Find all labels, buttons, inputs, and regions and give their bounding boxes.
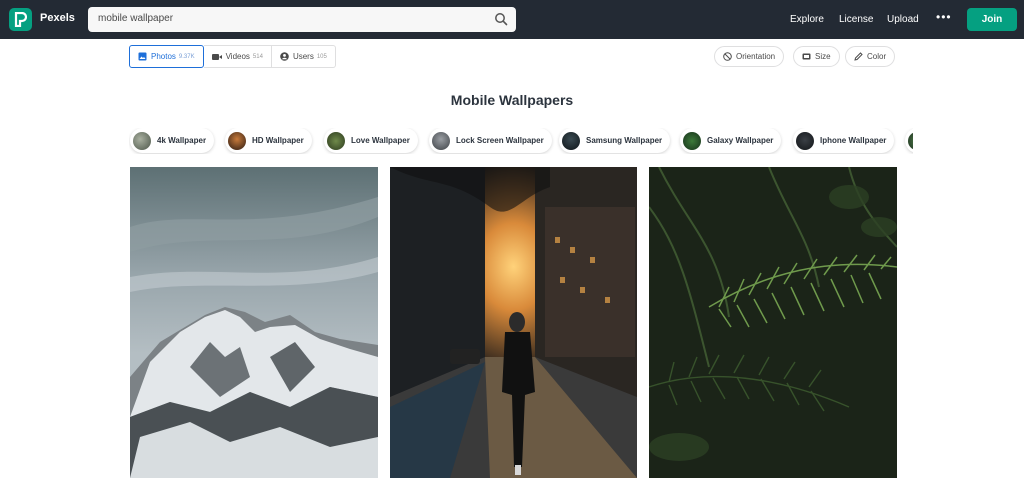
chip-label: Samsung Wallpaper <box>586 136 663 145</box>
chip-love-wallpaper[interactable]: Love Wallpaper <box>324 128 418 153</box>
snowy-mountain-image <box>130 167 378 478</box>
chip-thumbnail <box>562 131 580 150</box>
search-input[interactable]: mobile wallpaper <box>88 7 516 32</box>
orientation-filter-label: Orientation <box>736 52 776 61</box>
tab-photos-label: Photos <box>151 52 176 61</box>
nav-upload-link[interactable]: Upload <box>887 14 919 25</box>
brand-name[interactable]: Pexels <box>40 12 75 24</box>
chip-thumbnail <box>133 131 151 150</box>
tab-users-label: Users <box>292 52 314 61</box>
size-icon <box>802 52 811 61</box>
tab-videos-count: 514 <box>252 53 263 60</box>
more-menu-icon[interactable]: ••• <box>936 10 952 24</box>
size-filter-button[interactable]: Size <box>793 46 840 67</box>
chip-label: 4k Wallpaper <box>157 136 207 145</box>
pencil-icon <box>854 52 863 61</box>
tab-photos[interactable]: Photos 9.37K <box>129 45 204 68</box>
tab-videos[interactable]: Videos 514 <box>203 45 272 68</box>
size-filter-label: Size <box>815 52 831 61</box>
search-icon[interactable] <box>494 12 508 26</box>
color-filter-button[interactable]: Color <box>845 46 896 67</box>
chip-thumbnail <box>908 131 913 150</box>
page-title: Mobile Wallpapers <box>450 92 574 108</box>
chip-thumbnail <box>683 131 701 150</box>
chip-label: Iphone Wallpaper <box>820 136 887 145</box>
chip-label: Galaxy Wallpaper <box>707 136 774 145</box>
chip-thumbnail <box>796 131 814 150</box>
pexels-logo-icon[interactable] <box>9 8 32 31</box>
tab-photos-count: 9.37K <box>178 53 195 60</box>
join-button[interactable]: Join <box>967 8 1017 31</box>
photo-card-city-street[interactable] <box>390 167 637 478</box>
photo-icon <box>138 52 147 61</box>
top-navigation-bar: Pexels mobile wallpaper Explore License … <box>0 0 1024 39</box>
chip-more-partial[interactable] <box>905 128 913 153</box>
chip-galaxy-wallpaper[interactable]: Galaxy Wallpaper <box>680 128 782 153</box>
nav-license-link[interactable]: License <box>839 14 873 25</box>
chip-thumbnail <box>228 131 246 150</box>
chip-lock-screen-wallpaper[interactable]: Lock Screen Wallpaper <box>429 128 552 153</box>
city-street-image <box>390 167 637 478</box>
chip-hd-wallpaper[interactable]: HD Wallpaper <box>225 128 312 153</box>
orientation-filter-button[interactable]: Orientation <box>714 46 785 67</box>
search-query-text: mobile wallpaper <box>98 13 174 24</box>
media-type-tabs: Photos 9.37K Videos 514 Users 105 <box>129 45 336 68</box>
user-icon <box>280 52 289 61</box>
color-filter-label: Color <box>867 52 887 61</box>
orientation-icon <box>723 52 732 61</box>
chip-iphone-wallpaper[interactable]: Iphone Wallpaper <box>793 128 895 153</box>
chip-thumbnail <box>432 131 450 150</box>
chip-thumbnail <box>327 131 345 150</box>
nav-explore-link[interactable]: Explore <box>790 14 824 25</box>
fern-leaves-image <box>649 167 897 478</box>
tab-videos-label: Videos <box>225 52 250 61</box>
photo-card-fern-leaves[interactable] <box>649 167 897 478</box>
tab-users-count: 105 <box>316 53 327 60</box>
tab-users[interactable]: Users 105 <box>271 45 336 68</box>
chip-label: Lock Screen Wallpaper <box>456 136 544 145</box>
chip-samsung-wallpaper[interactable]: Samsung Wallpaper <box>559 128 671 153</box>
chip-label: HD Wallpaper <box>252 136 304 145</box>
photo-card-snowy-mountain[interactable] <box>130 167 378 478</box>
chip-label: Love Wallpaper <box>351 136 410 145</box>
chip-4k-wallpaper[interactable]: 4k Wallpaper <box>130 128 215 153</box>
video-camera-icon <box>211 53 222 61</box>
related-searches-bar: 4k Wallpaper HD Wallpaper Love Wallpaper… <box>129 128 913 154</box>
